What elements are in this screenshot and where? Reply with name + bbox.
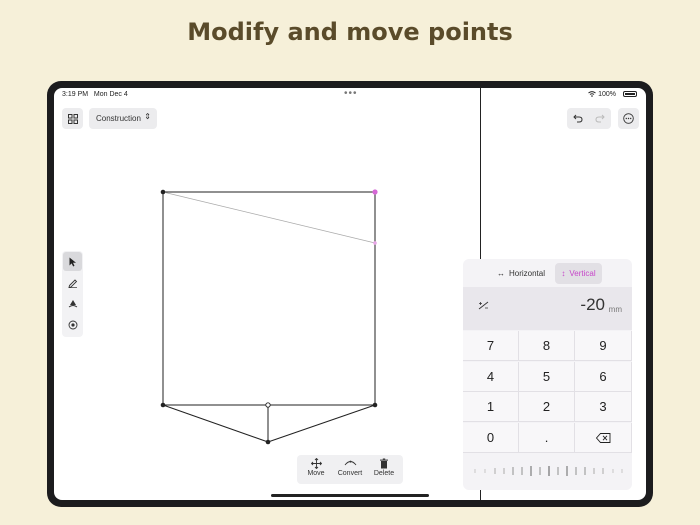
layer-selector[interactable]: Construction ⇕ <box>89 108 157 129</box>
pointer-icon <box>69 257 76 266</box>
app-screen: 3:19 PM Mon Dec 4 ••• 100% Construction … <box>54 88 646 500</box>
tab-vertical-label: Vertical <box>569 269 596 278</box>
tool-palette <box>62 251 83 337</box>
key-1[interactable]: 1 <box>463 392 519 422</box>
delete-label: Delete <box>373 470 395 477</box>
value-display: -20 mm <box>463 287 632 330</box>
key-5[interactable]: 5 <box>519 362 575 392</box>
key-7[interactable]: 7 <box>463 331 519 361</box>
convert-icon <box>344 460 356 466</box>
home-indicator[interactable] <box>271 494 429 497</box>
convert-button[interactable]: Convert <box>334 458 366 477</box>
undo-redo-group <box>567 108 611 129</box>
convert-label: Convert <box>337 470 363 477</box>
point-preview <box>373 241 377 245</box>
move-label: Move <box>307 470 325 477</box>
layers-button[interactable] <box>62 108 83 129</box>
pen-icon <box>67 278 77 288</box>
unit-label: mm <box>608 305 622 314</box>
point-bottom-right[interactable] <box>372 402 378 408</box>
shape-edge-lower-left <box>162 404 269 443</box>
redo-icon <box>595 114 605 123</box>
delete-button[interactable]: Delete <box>368 458 400 477</box>
undo-button[interactable] <box>567 114 589 123</box>
horizontal-arrows-icon: ↔ <box>496 269 505 278</box>
point-bottom-tip[interactable] <box>265 439 271 445</box>
tab-horizontal-label: Horizontal <box>508 269 545 278</box>
sign-toggle-button[interactable] <box>478 301 489 313</box>
preview-edge <box>162 191 376 244</box>
undo-icon <box>573 114 583 123</box>
key-8[interactable]: 8 <box>519 331 575 361</box>
chevron-updown-icon: ⇕ <box>144 112 151 121</box>
tab-horizontal[interactable]: ↔ Horizontal <box>491 263 551 284</box>
headline: Modify and move points <box>187 18 513 46</box>
target-tool[interactable] <box>63 315 82 334</box>
key-4[interactable]: 4 <box>463 362 519 392</box>
more-button[interactable] <box>618 108 639 129</box>
target-icon <box>68 320 77 329</box>
fine-adjust-ruler[interactable] <box>463 454 632 490</box>
layer-selector-label: Construction <box>96 114 141 123</box>
anchor-tool[interactable] <box>63 294 82 313</box>
point-midpoint[interactable] <box>265 402 271 408</box>
redo-button[interactable] <box>589 114 611 123</box>
anchor-icon <box>68 299 77 307</box>
trash-icon <box>380 458 388 469</box>
value-readout: -20 <box>580 295 605 314</box>
key-6[interactable]: 6 <box>575 362 632 392</box>
axis-tabs: ↔ Horizontal ↕ Vertical <box>463 259 632 287</box>
key-2[interactable]: 2 <box>519 392 575 422</box>
move-icon <box>310 458 322 469</box>
backspace-icon <box>595 432 610 443</box>
key-9[interactable]: 9 <box>575 331 632 361</box>
key-backspace[interactable] <box>575 423 632 453</box>
tab-vertical[interactable]: ↕ Vertical <box>555 263 602 284</box>
plus-minus-icon <box>478 301 489 310</box>
key-0[interactable]: 0 <box>463 423 519 453</box>
key-decimal[interactable]: . <box>519 423 575 453</box>
tablet-frame: 3:19 PM Mon Dec 4 ••• 100% Construction … <box>47 81 653 507</box>
move-button[interactable]: Move <box>300 458 332 477</box>
shape-edge-lower-right <box>267 404 376 443</box>
pen-tool[interactable] <box>63 273 82 292</box>
more-icon <box>623 113 634 124</box>
grid-icon <box>67 113 78 124</box>
point-top-left[interactable] <box>160 189 166 195</box>
point-action-bar: Move Convert Delete <box>297 455 403 484</box>
key-3[interactable]: 3 <box>575 392 632 422</box>
point-selected[interactable] <box>372 189 378 195</box>
numeric-keypad-panel: ↔ Horizontal ↕ Vertical -20 mm 7 8 9 4 5… <box>463 259 632 490</box>
vertical-arrows-icon: ↕ <box>561 269 566 278</box>
point-bottom-left[interactable] <box>160 402 166 408</box>
select-tool[interactable] <box>63 252 82 271</box>
